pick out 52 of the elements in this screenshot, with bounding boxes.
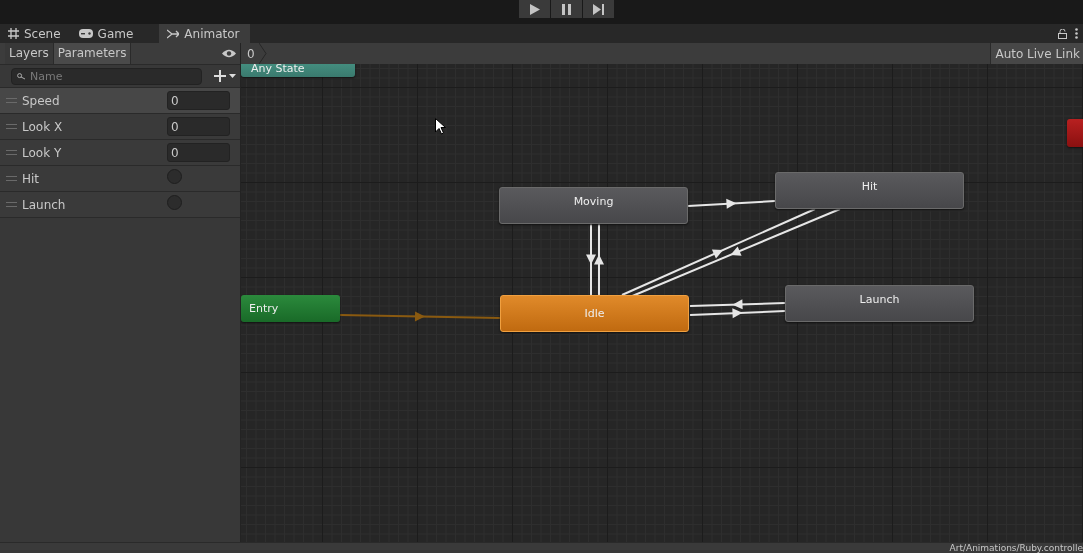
layer-breadcrumb[interactable]: 0 bbox=[241, 46, 259, 61]
value-field[interactable]: 0 bbox=[167, 91, 230, 110]
trigger-toggle[interactable] bbox=[167, 168, 182, 184]
graph-icon bbox=[167, 28, 180, 39]
parameter-row[interactable]: Look X 0 bbox=[0, 114, 240, 140]
panel-tab[interactable]: Parameters bbox=[53, 43, 132, 64]
play-button[interactable] bbox=[519, 0, 550, 18]
state-node[interactable]: Moving bbox=[499, 187, 688, 224]
parameter-name: Look X bbox=[22, 119, 64, 134]
drag-handle-icon[interactable] bbox=[6, 150, 17, 155]
parameter-name: Look Y bbox=[22, 145, 63, 160]
editor-tab[interactable]: Game bbox=[70, 24, 144, 43]
transition-arrows[interactable] bbox=[621, 208, 841, 298]
transition-arrow[interactable] bbox=[687, 198, 776, 209]
step-icon bbox=[593, 3, 604, 15]
eye-icon[interactable] bbox=[222, 49, 236, 58]
parameter-name: Launch bbox=[22, 197, 67, 212]
add-dropdown-icon[interactable] bbox=[214, 70, 236, 82]
drag-handle-icon[interactable] bbox=[6, 124, 17, 129]
search-field[interactable]: Name bbox=[11, 67, 202, 85]
editor-tab[interactable]: Animator bbox=[159, 24, 250, 43]
pause-icon bbox=[562, 3, 571, 15]
panel-tab[interactable]: Layers bbox=[5, 43, 54, 64]
drag-handle-icon[interactable] bbox=[6, 176, 17, 181]
state-node[interactable]: Hit bbox=[775, 172, 964, 209]
value-field[interactable]: 0 bbox=[167, 117, 230, 136]
transition-arrows[interactable] bbox=[689, 299, 786, 319]
gamepad-icon bbox=[78, 29, 93, 38]
play-icon bbox=[529, 3, 540, 15]
parameter-row[interactable]: Look Y 0 bbox=[0, 140, 240, 166]
asset-path: Art/Animations/Ruby.controlle bbox=[949, 543, 1083, 553]
parameter-name: Speed bbox=[22, 93, 61, 108]
state-node[interactable]: Launch bbox=[785, 285, 974, 322]
cursor-icon bbox=[435, 118, 446, 135]
drag-handle-icon[interactable] bbox=[6, 202, 17, 207]
parameter-name: Hit bbox=[22, 171, 41, 186]
pause-button[interactable] bbox=[551, 0, 582, 18]
more-icon[interactable] bbox=[1075, 28, 1078, 39]
state-node[interactable]: Entry bbox=[241, 295, 340, 322]
parameter-row[interactable]: Hit bbox=[0, 166, 240, 192]
parameter-row[interactable]: Launch bbox=[0, 192, 240, 218]
lock-icon[interactable] bbox=[1058, 28, 1067, 39]
grid-icon bbox=[8, 28, 19, 39]
drag-handle-icon[interactable] bbox=[6, 98, 17, 103]
transition-arrows[interactable] bbox=[586, 223, 604, 296]
editor-tab[interactable]: Scene bbox=[0, 24, 71, 43]
value-field[interactable]: 0 bbox=[167, 143, 230, 162]
state-node[interactable]: Any State bbox=[241, 64, 355, 77]
step-button[interactable] bbox=[583, 0, 614, 18]
trigger-toggle[interactable] bbox=[167, 194, 182, 210]
auto-live-link-button[interactable]: Auto Live Link bbox=[990, 43, 1083, 64]
parameter-row[interactable]: Speed 0 bbox=[0, 88, 240, 114]
